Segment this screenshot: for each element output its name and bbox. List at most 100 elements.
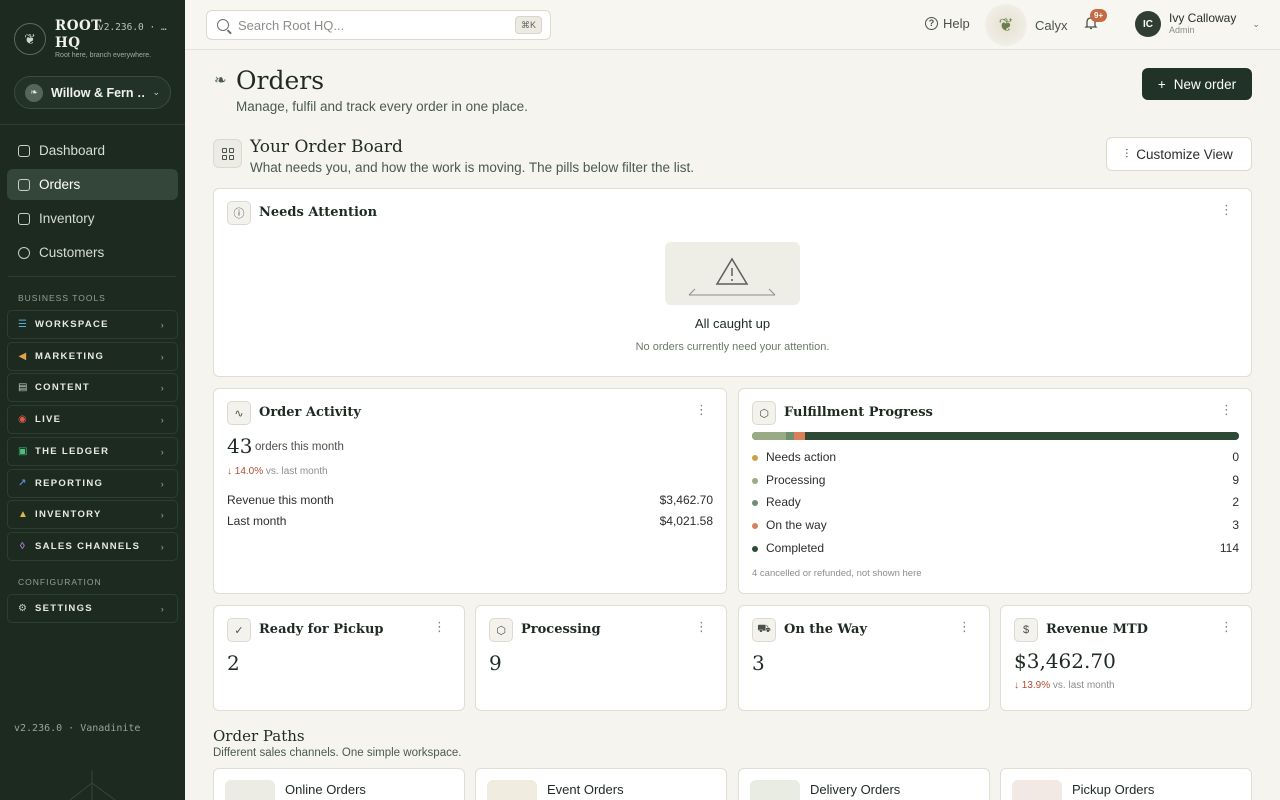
- more-options-icon[interactable]: ⋮: [695, 403, 708, 416]
- tool-ledger[interactable]: ▣ THE LEDGER ›: [7, 437, 178, 466]
- page-subtitle: Manage, fulfil and track every order in …: [236, 99, 528, 114]
- tool-label: SALES CHANNELS: [35, 541, 141, 552]
- chevron-down-icon: ⌄: [152, 87, 160, 97]
- tool-label: REPORTING: [35, 478, 104, 489]
- brand[interactable]: ❦ ROOT HQ v2.236.0 · … Root here, branch…: [14, 18, 179, 63]
- board-grid-icon: [213, 139, 242, 168]
- legend-label: Needs action: [766, 450, 837, 464]
- more-options-icon[interactable]: ⋮: [958, 620, 971, 633]
- chevron-right-icon: ›: [160, 446, 165, 457]
- store-switcher[interactable]: ❧ Willow & Fern … ⌄: [14, 76, 171, 109]
- alert-circle-icon: ⓘ: [227, 201, 251, 225]
- leaf-icon: ❧: [214, 72, 227, 89]
- tool-settings[interactable]: ⚙ SETTINGS ›: [7, 594, 178, 623]
- path-pickup-orders[interactable]: Pickup Orders: [1000, 768, 1252, 800]
- tree-logo-icon: ❦: [14, 23, 46, 55]
- path-event-orders[interactable]: Event Orders: [475, 768, 727, 800]
- dollar-icon: $: [1014, 618, 1038, 642]
- avatar: IC: [1135, 11, 1161, 37]
- search-input[interactable]: [238, 17, 508, 33]
- tool-reporting[interactable]: ↗ REPORTING ›: [7, 469, 178, 498]
- path-label: Event Orders: [547, 782, 624, 797]
- tool-label: THE LEDGER: [35, 446, 110, 457]
- help-button[interactable]: ? Help: [925, 16, 970, 31]
- user-menu[interactable]: IC Ivy Calloway Admin ⌄: [1135, 11, 1260, 37]
- tool-content[interactable]: ▤ CONTENT ›: [7, 373, 178, 402]
- legend-value: 9: [1232, 472, 1239, 487]
- brand-version: v2.236.0 · …: [98, 22, 167, 33]
- order-count-label: orders this month: [255, 441, 344, 453]
- more-options-icon[interactable]: ⋮: [1220, 620, 1233, 633]
- stat-value: 3: [752, 651, 765, 675]
- nav-dashboard[interactable]: Dashboard: [7, 135, 178, 166]
- legend-row[interactable]: On the way 3: [752, 518, 1239, 534]
- topbar: ⌘K ? Help ❦ Calyx 9+ IC Ivy Calloway Adm…: [185, 0, 1280, 50]
- search-bar[interactable]: ⌘K: [206, 10, 551, 40]
- path-label: Pickup Orders: [1072, 782, 1155, 797]
- leaf-icon: ❧: [25, 83, 43, 102]
- user-role: Admin: [1169, 25, 1195, 35]
- fulfillment-note: 4 cancelled or refunded, not shown here: [752, 568, 922, 579]
- tool-label: INVENTORY: [35, 509, 102, 520]
- legend-row[interactable]: Needs action 0: [752, 450, 1239, 466]
- tool-marketing[interactable]: ◀ MARKETING ›: [7, 342, 178, 371]
- tool-label: MARKETING: [35, 351, 105, 362]
- card-title: Fulfillment Progress: [784, 405, 933, 420]
- delta-value: ↓ 13.9%: [1014, 680, 1051, 691]
- store-name: Willow & Fern …: [51, 85, 145, 100]
- order-paths-subtitle: Different sales channels. One simple wor…: [213, 747, 462, 759]
- channels-icon: ◊: [19, 540, 27, 552]
- legend-row[interactable]: Completed 114: [752, 541, 1239, 557]
- delta-suffix: vs. last month: [265, 466, 328, 477]
- tool-sales-channels[interactable]: ◊ SALES CHANNELS ›: [7, 532, 178, 561]
- clipboard-icon: [18, 212, 30, 225]
- legend-dot: [752, 455, 758, 461]
- order-paths-title: Order Paths: [213, 727, 305, 745]
- legend-label: Ready: [766, 495, 801, 510]
- more-options-icon[interactable]: ⋮: [1220, 203, 1233, 216]
- progress-segment: [793, 432, 806, 440]
- legend-row[interactable]: Processing 9: [752, 473, 1239, 489]
- help-label: Help: [943, 16, 970, 31]
- path-online-orders[interactable]: Online Orders: [213, 768, 465, 800]
- help-icon: ?: [925, 17, 938, 30]
- truck-icon: [750, 780, 800, 800]
- more-options-icon[interactable]: ⋮: [433, 620, 446, 633]
- new-order-label: New order: [1173, 76, 1237, 92]
- box-icon: ⬡: [489, 618, 513, 642]
- new-order-button[interactable]: + New order: [1142, 68, 1252, 100]
- stat-value: $3,462.70: [1014, 649, 1116, 673]
- revenue-mtd-card[interactable]: $ Revenue MTD ⋮ $3,462.70 ↓ 13.9% vs. la…: [1000, 605, 1252, 711]
- nav-customers[interactable]: Customers: [7, 237, 178, 268]
- tool-inventory[interactable]: ▲ INVENTORY ›: [7, 500, 178, 529]
- board-title: Your Order Board: [250, 137, 403, 157]
- customize-label: Customize View: [1136, 146, 1233, 162]
- legend-row[interactable]: Ready 2: [752, 495, 1239, 511]
- legend-dot: [752, 523, 758, 530]
- chevron-right-icon: ›: [160, 603, 165, 614]
- nav-label: Orders: [39, 177, 81, 192]
- needs-attention-card: ⓘ Needs Attention ⋮ All caught up No ord…: [213, 188, 1252, 377]
- nav-inventory[interactable]: Inventory: [7, 203, 178, 234]
- assistant-button[interactable]: ❦ Calyx: [985, 4, 1068, 46]
- sprout-icon: ❦: [985, 4, 1027, 46]
- nav-orders[interactable]: Orders: [7, 169, 178, 200]
- more-options-icon[interactable]: ⋮: [695, 620, 708, 633]
- tool-workspace[interactable]: ☰ WORKSPACE ›: [7, 310, 178, 339]
- ready-for-pickup-card[interactable]: ✓ Ready for Pickup ⋮ 2: [213, 605, 465, 711]
- customize-view-button[interactable]: ⫶ Customize View: [1106, 137, 1252, 171]
- tool-live[interactable]: ◉ LIVE ›: [7, 405, 178, 434]
- empty-state-title: All caught up: [694, 316, 771, 331]
- path-delivery-orders[interactable]: Delivery Orders: [738, 768, 990, 800]
- on-the-way-card[interactable]: ⛟ On the Way ⋮ 3: [738, 605, 990, 711]
- revenue-delta: ↓ 13.9% vs. last month: [1014, 680, 1115, 691]
- legend-dot: [752, 500, 758, 507]
- card-title: Order Activity: [259, 405, 361, 420]
- chevron-right-icon: ›: [160, 414, 165, 425]
- processing-card[interactable]: ⬡ Processing ⋮ 9: [475, 605, 727, 711]
- fulfillment-progress-bar: [752, 432, 1239, 440]
- tree-decoration-icon: [69, 770, 116, 800]
- legend-value: 2: [1232, 495, 1239, 510]
- order-count: 43: [227, 434, 253, 458]
- more-options-icon[interactable]: ⋮: [1220, 403, 1233, 416]
